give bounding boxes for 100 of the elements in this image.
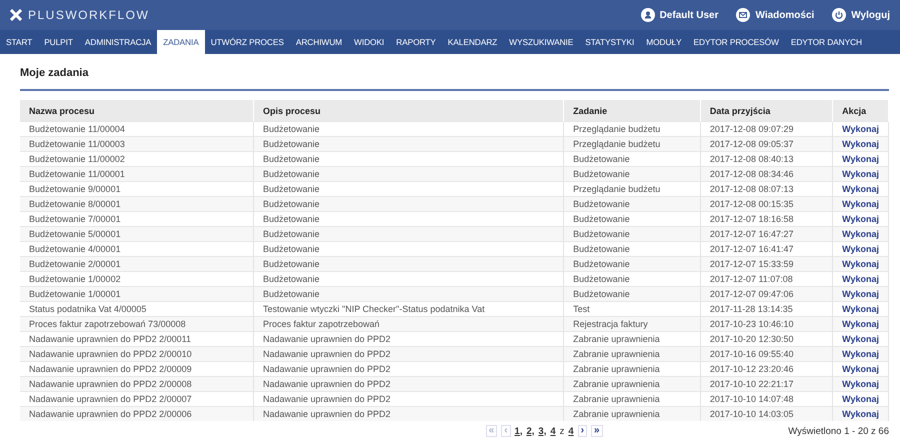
column-header: Zadanie bbox=[564, 100, 700, 122]
page-link[interactable]: 2, bbox=[526, 426, 534, 436]
table-cell: Przeglądanie budżetu bbox=[564, 182, 700, 196]
page-link[interactable]: 4 bbox=[550, 426, 556, 436]
table-cell: Budżetowanie bbox=[564, 196, 700, 212]
nav-tab[interactable]: ARCHIWUM bbox=[290, 30, 348, 54]
table-cell: 2017-10-20 12:30:50 bbox=[700, 332, 833, 346]
table-cell: 2017-10-10 14:07:48 bbox=[700, 392, 833, 406]
table-cell: 2017-12-08 08:40:13 bbox=[700, 152, 833, 166]
table-cell: Budżetowanie bbox=[253, 212, 564, 226]
table-cell: Budżetowanie bbox=[253, 196, 564, 212]
table-cell: Nadawanie uprawnien do PPD2 bbox=[253, 406, 564, 421]
table-cell: Budżetowanie bbox=[253, 136, 564, 152]
table-cell: 2017-11-28 13:14:35 bbox=[700, 302, 833, 316]
table-cell: Budżetowanie 2/00001 bbox=[20, 256, 254, 272]
table-cell: Status podatnika Vat 4/00005 bbox=[20, 302, 254, 316]
nav-tab[interactable]: WIDOKI bbox=[348, 30, 390, 54]
table-cell: Zabranie uprawnienia bbox=[564, 362, 700, 376]
nav-tab[interactable]: EDYTOR PROCESÓW bbox=[687, 30, 785, 54]
table-cell: Zabranie uprawnienia bbox=[564, 376, 700, 392]
table-cell: Budżetowanie 9/00001 bbox=[20, 182, 254, 196]
table-cell: Nadawanie uprawnien do PPD2 2/00008 bbox=[20, 376, 254, 392]
nav-tab[interactable]: MODUŁY bbox=[640, 30, 688, 54]
user-icon bbox=[640, 8, 655, 22]
results-summary: Wyświetlono 1 - 20 z 66 bbox=[788, 426, 889, 436]
table-cell: Proces faktur zapotrzebowań 73/00008 bbox=[20, 316, 254, 332]
table-cell: Budżetowanie bbox=[564, 256, 700, 272]
table-cell: Budżetowanie bbox=[253, 152, 564, 166]
table-cell: Zabranie uprawnienia bbox=[564, 332, 700, 346]
nav-tab[interactable]: STATYSTYKI bbox=[579, 30, 640, 54]
table-cell: Nadawanie uprawnien do PPD2 2/00011 bbox=[20, 332, 254, 346]
nav-tab[interactable]: PULPIT bbox=[38, 30, 79, 54]
table-cell: 2017-12-07 11:07:08 bbox=[700, 272, 833, 286]
table-cell: Budżetowanie 8/00001 bbox=[20, 196, 254, 212]
table-cell: Budżetowanie bbox=[253, 272, 564, 286]
table-cell: Nadawanie uprawnien do PPD2 bbox=[253, 332, 564, 346]
table-cell: 2017-10-10 22:21:17 bbox=[700, 376, 833, 392]
page-link[interactable]: 3, bbox=[538, 426, 546, 436]
table-cell: Budżetowanie 7/00001 bbox=[20, 212, 254, 226]
last-page-number-link[interactable]: 4 bbox=[568, 426, 574, 436]
envelope-icon bbox=[736, 8, 750, 22]
table-cell: Budżetowanie bbox=[564, 152, 700, 166]
logout-link[interactable]: Wyloguj bbox=[832, 8, 890, 22]
table-cell: Przeglądanie budżetu bbox=[564, 136, 700, 152]
page-title: Moje zadania bbox=[20, 64, 889, 91]
table-cell: Nadawanie uprawnien do PPD2 bbox=[253, 376, 564, 392]
nav-tab[interactable]: RAPORTY bbox=[390, 30, 442, 54]
table-cell: Budżetowanie bbox=[564, 286, 700, 302]
table-cell: 2017-12-08 08:34:46 bbox=[700, 166, 833, 182]
nav-tab[interactable]: EDYTOR DANYCH bbox=[784, 30, 868, 54]
table-cell: Przeglądanie budżetu bbox=[564, 122, 700, 136]
table-cell: Nadawanie uprawnien do PPD2 2/00009 bbox=[20, 362, 254, 376]
table-cell: Budżetowanie bbox=[564, 272, 700, 286]
messages-link[interactable]: Wiadomości bbox=[736, 8, 814, 22]
table-cell: 2017-12-08 00:15:35 bbox=[700, 196, 833, 212]
table-cell: Nadawanie uprawnien do PPD2 2/00010 bbox=[20, 346, 254, 362]
power-icon bbox=[832, 8, 846, 22]
table-cell: Zabranie uprawnienia bbox=[564, 392, 700, 406]
next-page-button[interactable]: › bbox=[578, 425, 588, 437]
column-header: Nazwa procesu bbox=[20, 100, 254, 122]
table-cell: 2017-10-12 23:20:46 bbox=[700, 362, 833, 376]
table-cell: 2017-12-08 08:07:13 bbox=[700, 182, 833, 196]
table-cell: Budżetowanie bbox=[253, 226, 564, 242]
table-cell: Budżetowanie bbox=[253, 286, 564, 302]
table-cell: 2017-12-08 09:07:29 bbox=[700, 122, 833, 136]
table-cell: 2017-12-07 16:47:27 bbox=[700, 226, 833, 242]
table-cell: Budżetowanie bbox=[564, 242, 700, 256]
nav-tab[interactable]: ADMINISTRACJA bbox=[78, 30, 158, 54]
table-cell: Budżetowanie bbox=[564, 166, 700, 182]
nav-tab[interactable]: ZADANIA bbox=[157, 30, 205, 54]
table-cell: 2017-12-07 18:16:58 bbox=[700, 212, 833, 226]
table-cell: 2017-10-16 09:55:40 bbox=[700, 346, 833, 362]
table-cell: Budżetowanie bbox=[564, 226, 700, 242]
table-cell: Nadawanie uprawnien do PPD2 bbox=[253, 346, 564, 362]
table-cell: Nadawanie uprawnien do PPD2 2/00007 bbox=[20, 392, 254, 406]
table-cell: 2017-12-07 09:47:06 bbox=[700, 286, 833, 302]
table-cell: 2017-12-07 15:33:59 bbox=[700, 256, 833, 272]
table-cell: 2017-10-23 10:46:10 bbox=[700, 316, 833, 332]
column-header: Data przyjścia bbox=[700, 100, 833, 122]
table-cell: Nadawanie uprawnien do PPD2 bbox=[253, 362, 564, 376]
table-cell: Budżetowanie 1/00001 bbox=[20, 286, 254, 302]
user-link[interactable]: Default User bbox=[640, 8, 718, 22]
nav-tab[interactable]: KALENDARZ bbox=[442, 30, 504, 54]
table-cell: Budżetowanie bbox=[253, 256, 564, 272]
table-cell: Budżetowanie 1/00002 bbox=[20, 272, 254, 286]
column-header: Akcja bbox=[832, 100, 888, 122]
table-cell: Budżetowanie bbox=[253, 242, 564, 256]
table-cell: Budżetowanie 4/00001 bbox=[20, 242, 254, 256]
table-cell: Zabranie uprawnienia bbox=[564, 346, 700, 362]
table-cell: Budżetowanie 11/00002 bbox=[20, 152, 254, 166]
last-page-button[interactable]: » bbox=[591, 425, 603, 437]
nav-tab[interactable]: UTWÓRZ PROCES bbox=[204, 30, 290, 54]
table-cell: Budżetowanie bbox=[253, 166, 564, 182]
table-cell: Budżetowanie bbox=[564, 212, 700, 226]
table-cell: Nadawanie uprawnien do PPD2 bbox=[253, 392, 564, 406]
page-link[interactable]: 1, bbox=[514, 426, 522, 436]
nav-tab[interactable]: WYSZUKIWANIE bbox=[503, 30, 580, 54]
table-cell: 2017-12-07 16:41:47 bbox=[700, 242, 833, 256]
logo-icon bbox=[10, 9, 22, 21]
nav-tab[interactable]: START bbox=[0, 30, 38, 54]
